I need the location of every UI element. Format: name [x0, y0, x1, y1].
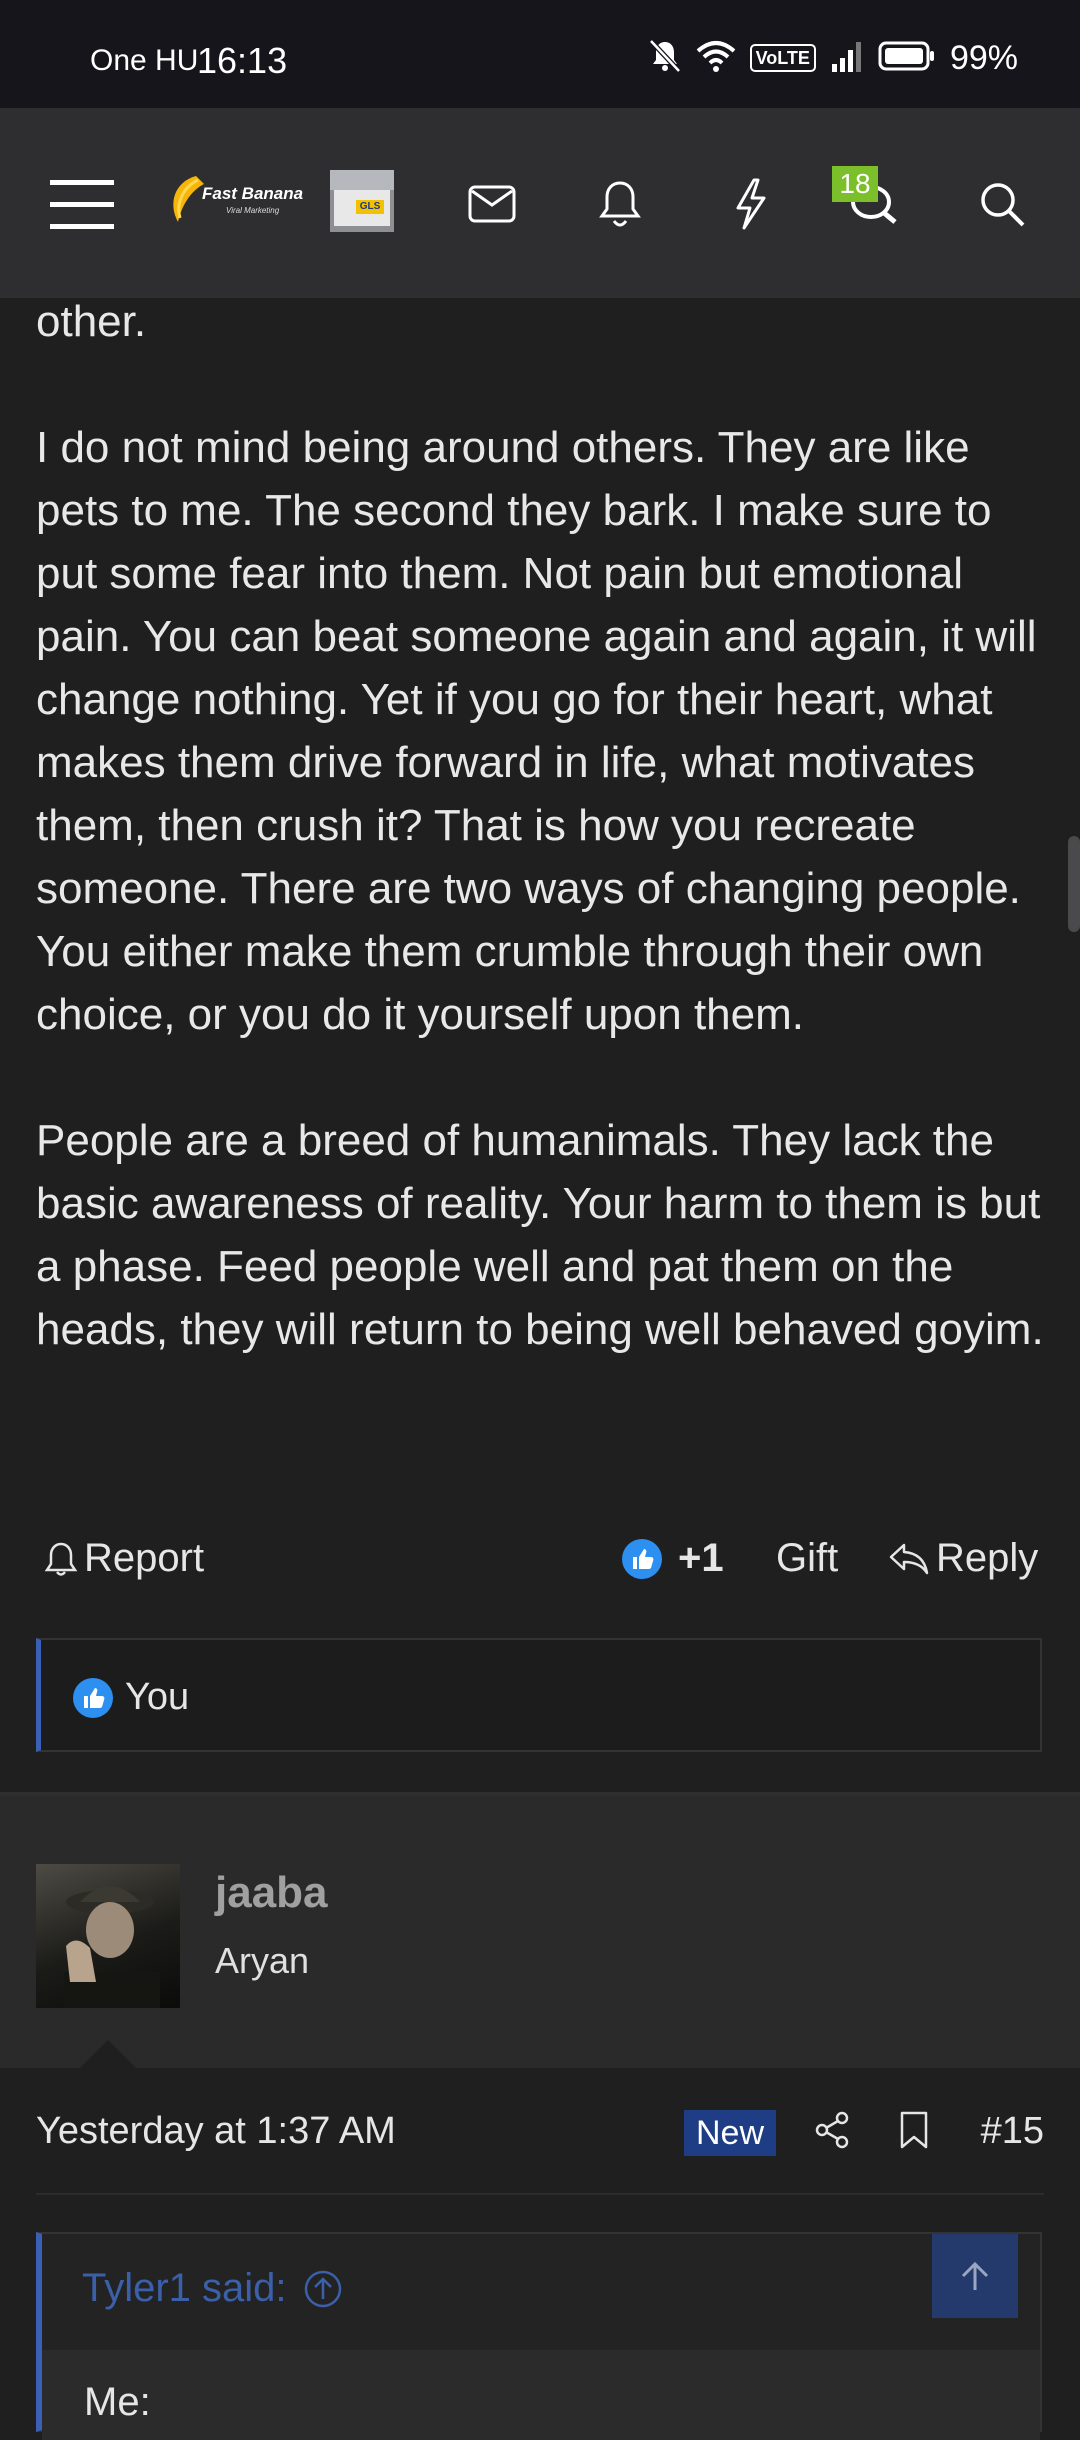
gift-button[interactable]: Gift — [776, 1536, 838, 1581]
battery-percentage: 99% — [949, 38, 1018, 77]
mail-icon[interactable] — [460, 172, 524, 236]
post-number[interactable]: #15 — [981, 2110, 1044, 2153]
post-paragraph-1: I do not mind being around others. They … — [36, 423, 1037, 1039]
reactions-bar[interactable]: You — [36, 1638, 1042, 1752]
post-content: other. I do not mind being around others… — [36, 290, 1046, 1361]
menu-icon[interactable] — [50, 172, 114, 236]
like-count: +1 — [678, 1536, 724, 1580]
post-text-partial: other. — [36, 297, 147, 346]
mute-icon — [648, 38, 682, 79]
scroll-to-top-button[interactable] — [932, 2234, 1018, 2318]
user-title: Aryan — [215, 1940, 310, 1981]
report-label: Report — [84, 1536, 205, 1580]
reply-label: Reply — [936, 1536, 1039, 1580]
quote-author: Tyler1 said: — [82, 2266, 287, 2310]
post-meta-row: Yesterday at 1:37 AM New #15 — [36, 2100, 1044, 2160]
signal-icon — [830, 40, 864, 77]
volte-badge: VoLTE — [749, 44, 816, 72]
carrier-label: One HU — [90, 44, 199, 77]
thumbnail-label: GLS — [356, 200, 384, 214]
username[interactable]: jaaba — [215, 1868, 328, 1918]
quote-block: Tyler1 said: Me: — [36, 2232, 1042, 2440]
scrollbar[interactable] — [1068, 836, 1080, 932]
status-bar: One HU 16:13 VoLTE 99% — [0, 0, 1080, 108]
reply-button[interactable]: Reply — [888, 1536, 1038, 1581]
thumbs-up-icon — [73, 1677, 113, 1718]
clock: 16:13 — [197, 40, 288, 81]
avatar[interactable] — [36, 1864, 180, 2008]
new-badge: New — [684, 2110, 777, 2156]
site-logo[interactable]: Fast Banana Viral Marketing — [168, 172, 303, 228]
bell-icon — [44, 1542, 78, 1576]
wifi-icon — [696, 39, 736, 78]
quote-text: Me: — [84, 2380, 151, 2424]
post-date[interactable]: Yesterday at 1:37 AM — [36, 2110, 396, 2153]
meta-divider — [36, 2193, 1044, 2195]
jump-to-quote-icon — [304, 2270, 341, 2307]
search-icon[interactable] — [970, 172, 1034, 236]
ad-thumbnail-image[interactable]: GLS — [330, 170, 394, 232]
thumbs-up-icon — [622, 1538, 662, 1579]
reactions-label: You — [125, 1676, 190, 1718]
post-paragraph-2: People are a breed of humanimals. They l… — [36, 1116, 1044, 1354]
report-button[interactable]: Report — [44, 1536, 204, 1581]
like-count-button[interactable]: +1 — [622, 1536, 724, 1581]
battery-icon — [878, 40, 936, 77]
quote-author-link[interactable]: Tyler1 said: — [82, 2266, 343, 2311]
author-pointer — [80, 2040, 136, 2068]
gift-label: Gift — [776, 1536, 839, 1580]
status-icons: VoLTE 99% — [648, 38, 1018, 78]
bell-icon[interactable] — [588, 172, 652, 236]
bookmark-icon[interactable] — [892, 2108, 936, 2152]
post-actions: Report +1 Gift Reply — [36, 1530, 1044, 1594]
arrow-up-icon — [961, 2261, 989, 2290]
lightning-icon[interactable] — [718, 172, 782, 236]
logo-text: Fast Banana — [202, 184, 304, 203]
logo-subtitle: Viral Marketing — [226, 206, 280, 215]
post-author-block: jaaba Aryan — [0, 1796, 1080, 2068]
top-navbar — [0, 108, 1080, 298]
notification-count-badge: 18 — [832, 166, 878, 202]
share-icon[interactable] — [810, 2108, 854, 2152]
reply-arrow-icon — [889, 1543, 929, 1574]
